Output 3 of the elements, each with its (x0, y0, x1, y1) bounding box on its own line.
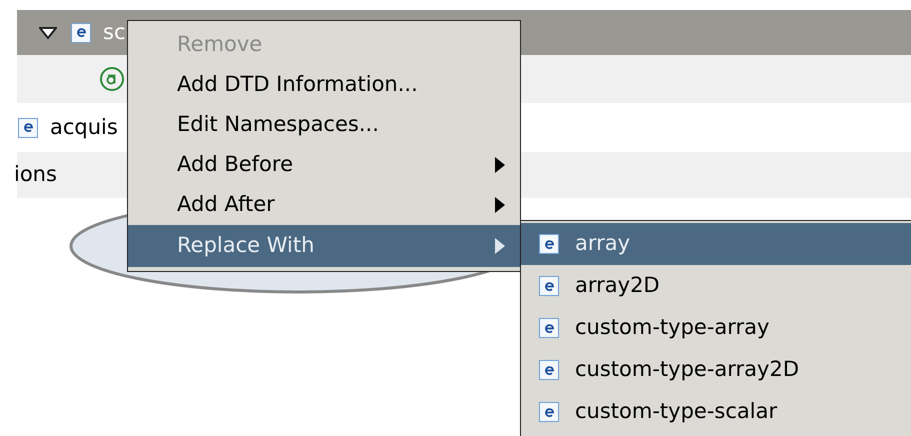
tree-label: ions (14, 161, 57, 188)
tree-label: sc (103, 18, 126, 46)
tree-label: acquis (50, 114, 118, 141)
